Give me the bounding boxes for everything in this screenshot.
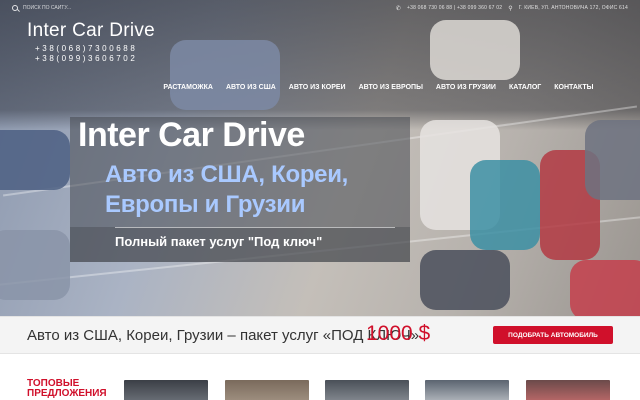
- car-shape: [0, 230, 70, 300]
- pick-car-button[interactable]: Подобрать автомобиль: [493, 326, 613, 344]
- nav-item-contacts[interactable]: Контакты: [548, 84, 600, 91]
- offer-thumbnail[interactable]: [425, 380, 509, 400]
- header-phone-2[interactable]: +38(099)3606702: [35, 54, 137, 64]
- nav-item-korea[interactable]: Авто из Кореи: [282, 84, 352, 91]
- car-shape: [430, 20, 520, 80]
- header-phone-1[interactable]: +38(068)7300688: [35, 44, 137, 54]
- hero-divider: [115, 227, 395, 228]
- nav-item-catalog[interactable]: Каталог: [502, 84, 547, 91]
- top-bar: ✆ +38 068 730 06 88 | +38 099 360 67 02 …: [0, 0, 640, 16]
- location-icon: ⚲: [508, 5, 513, 12]
- top-offers-heading: Топовые предложения: [27, 379, 107, 399]
- car-shape: [585, 120, 640, 200]
- offer-thumbnail[interactable]: [526, 380, 610, 400]
- offer-price: 1000 $: [366, 322, 431, 345]
- top-address: г. Киев, ул. Антоновича 172, офис 614: [518, 5, 628, 11]
- offer-strip: Авто из США, Кореи, Грузии – пакет услуг…: [0, 316, 640, 354]
- hero-subtitle-line-2: Европы и Грузии: [105, 191, 306, 218]
- car-shape: [470, 160, 540, 250]
- top-offers-heading-line-2: предложения: [27, 388, 107, 399]
- car-shape: [0, 130, 70, 190]
- offer-thumbnail[interactable]: [124, 380, 208, 400]
- car-shape: [420, 250, 510, 310]
- nav-item-europe[interactable]: Авто из Европы: [352, 84, 429, 91]
- main-nav: Растаможка Авто из США Авто из Кореи Авт…: [157, 84, 600, 91]
- offer-text: Авто из США, Кореи, Грузии – пакет услуг…: [27, 327, 420, 344]
- offer-thumbnail[interactable]: [225, 380, 309, 400]
- nav-item-georgia[interactable]: Авто из Грузии: [429, 84, 502, 91]
- hero-subtitle: Авто из США, Кореи, Европы и Грузии: [105, 160, 348, 220]
- car-shape: [570, 260, 640, 316]
- nav-item-customs[interactable]: Растаможка: [157, 84, 220, 91]
- top-phones[interactable]: +38 068 730 06 88 | +38 099 360 67 02: [407, 5, 502, 11]
- nav-item-usa[interactable]: Авто из США: [219, 84, 282, 91]
- hero-title: Inter Car Drive: [78, 116, 305, 154]
- top-contacts: ✆ +38 068 730 06 88 | +38 099 360 67 02 …: [396, 5, 628, 12]
- car-shape: [170, 40, 280, 110]
- search-input[interactable]: [23, 5, 143, 11]
- phone-icon: ✆: [395, 5, 402, 12]
- site-logo[interactable]: Inter Car Drive: [27, 20, 155, 42]
- header-phones: +38(068)7300688 +38(099)3606702: [35, 44, 137, 64]
- offer-thumbnail[interactable]: [325, 380, 409, 400]
- hero-subtitle-line-1: Авто из США, Кореи,: [105, 161, 349, 188]
- search-form: [12, 5, 152, 11]
- hero-tagline: Полный пакет услуг "Под ключ": [115, 234, 323, 249]
- search-icon[interactable]: [12, 5, 18, 11]
